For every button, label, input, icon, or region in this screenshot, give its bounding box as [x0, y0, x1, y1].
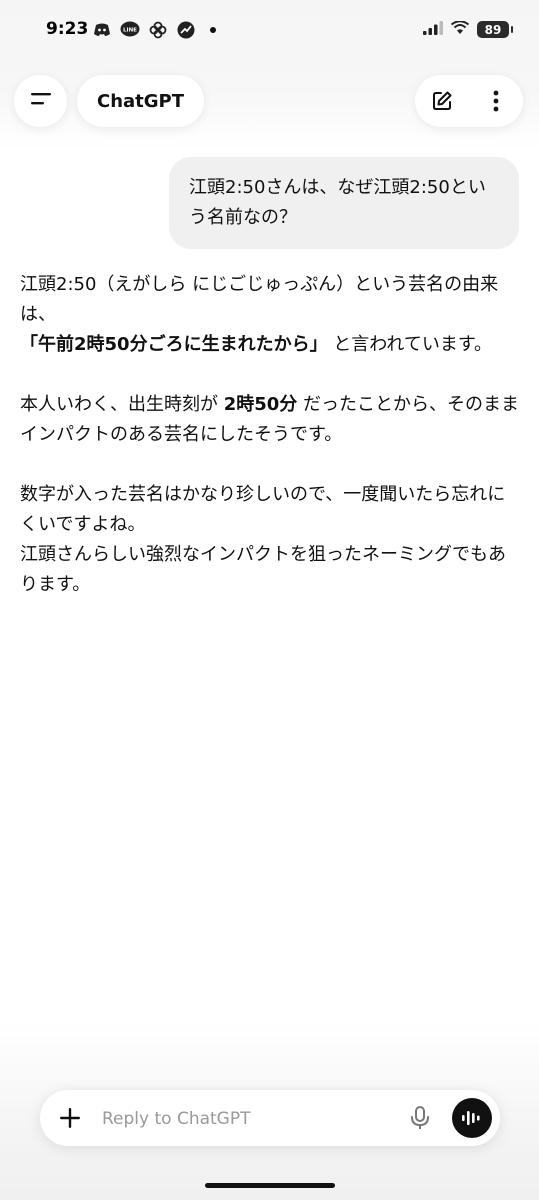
assistant-bold-text: 2時50分 — [223, 394, 298, 415]
svg-text:LINE: LINE — [123, 28, 137, 34]
assistant-bold-text: 「午前2時50分ごろに生まれたから」 — [20, 334, 328, 355]
page-title: ChatGPT — [97, 90, 185, 112]
assistant-text: 数字が入った芸名はかなり珍しいので、一度聞いたら忘れにくいですよね。 — [20, 484, 506, 535]
assistant-text: と言われています。 — [327, 334, 493, 355]
voice-waveform-icon — [462, 1111, 480, 1125]
new-chat-button[interactable] — [422, 81, 462, 121]
battery-indicator: 89 — [477, 21, 513, 38]
more-options-button[interactable] — [476, 81, 516, 121]
system-icons: 89 — [423, 20, 513, 39]
attach-button[interactable] — [56, 1104, 84, 1132]
status-time: 9:23 — [46, 19, 89, 39]
trend-app-icon — [176, 20, 196, 40]
voice-mode-button[interactable] — [452, 1098, 492, 1138]
header-actions — [415, 75, 523, 127]
discord-icon — [92, 20, 112, 40]
more-notifications-dot — [210, 27, 216, 33]
more-vertical-icon — [493, 90, 499, 112]
line-app-icon: LINE — [120, 20, 140, 40]
notification-icons: LINE — [92, 20, 216, 40]
message-input[interactable] — [100, 1098, 404, 1140]
user-message-text: 江頭2:50さんは、なぜ江頭2:50という名前なの？ — [189, 177, 486, 228]
assistant-text: 本人いわく、出生時刻が — [20, 394, 224, 415]
pinwheel-icon — [148, 20, 168, 40]
home-indicator[interactable] — [205, 1183, 335, 1188]
menu-icon — [29, 91, 53, 111]
assistant-message: 江頭2:50（えがしら にじごじゅっぷん）という芸名の由来は、 「午前2時50分… — [20, 270, 520, 630]
cellular-signal-icon — [423, 20, 443, 39]
model-title-button[interactable]: ChatGPT — [77, 75, 205, 127]
menu-button[interactable] — [14, 75, 67, 127]
assistant-paragraph-1: 江頭2:50（えがしら にじごじゅっぷん）という芸名の由来は、 「午前2時50分… — [20, 270, 520, 360]
edit-icon — [433, 91, 452, 110]
assistant-paragraph-3: 数字が入った芸名はかなり珍しいので、一度聞いたら忘れにくいですよね。 江頭さんら… — [20, 480, 520, 600]
assistant-text: 江頭さんらしい強烈なインパクトを狙ったネーミングでもあります。 — [20, 544, 506, 595]
status-bar: 9:23 LINE 89 — [0, 0, 539, 60]
assistant-text: 江頭2:50（えがしら にじごじゅっぷん）という芸名の由来は、 — [20, 274, 499, 325]
user-message-bubble: 江頭2:50さんは、なぜ江頭2:50という名前なの？ — [169, 157, 519, 249]
assistant-paragraph-2: 本人いわく、出生時刻が 2時50分 だったことから、そのままインパクトのある芸名… — [20, 390, 520, 450]
top-app-bar: ChatGPT — [0, 75, 539, 131]
dictate-button[interactable] — [406, 1104, 434, 1132]
composer — [40, 1090, 500, 1146]
mic-icon — [411, 1106, 429, 1129]
plus-icon — [60, 1108, 80, 1128]
wifi-icon — [450, 20, 470, 39]
